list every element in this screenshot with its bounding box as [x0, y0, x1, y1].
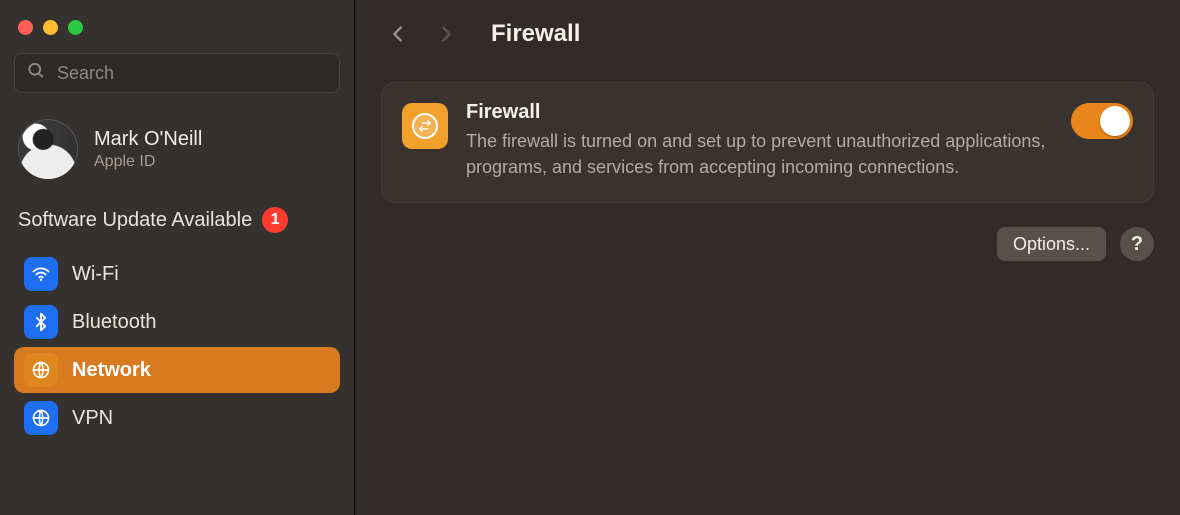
bluetooth-icon [24, 305, 58, 339]
options-button[interactable]: Options... [997, 227, 1106, 261]
minimize-window-button[interactable] [43, 20, 58, 35]
account-row[interactable]: Mark O'Neill Apple ID [14, 115, 340, 201]
back-button[interactable] [385, 21, 411, 47]
window-controls [14, 16, 340, 53]
help-button[interactable]: ? [1120, 227, 1154, 261]
firewall-card-title: Firewall [466, 101, 1053, 124]
update-count-badge: 1 [262, 207, 288, 233]
forward-button[interactable] [433, 21, 459, 47]
titlebar: Firewall [381, 20, 1154, 48]
search-field-wrap [14, 53, 340, 93]
sidebar: Mark O'Neill Apple ID Software Update Av… [0, 0, 355, 515]
vpn-icon [24, 401, 58, 435]
search-input[interactable] [14, 53, 340, 93]
globe-icon [24, 353, 58, 387]
firewall-card-description: The firewall is turned on and set up to … [466, 128, 1046, 180]
firewall-toggle[interactable] [1071, 103, 1133, 139]
wifi-icon [24, 257, 58, 291]
toggle-knob [1100, 106, 1130, 136]
software-update-label: Software Update Available [18, 209, 252, 232]
sidebar-item-label: Bluetooth [72, 311, 157, 334]
sidebar-item-vpn[interactable]: VPN [14, 395, 340, 441]
search-icon [26, 61, 46, 86]
software-update-row[interactable]: Software Update Available 1 [14, 201, 340, 251]
avatar [18, 119, 78, 179]
firewall-card: Firewall The firewall is turned on and s… [381, 82, 1154, 203]
sidebar-item-wifi[interactable]: Wi-Fi [14, 251, 340, 297]
firewall-icon [402, 103, 448, 149]
sidebar-item-label: Wi-Fi [72, 263, 119, 286]
account-text: Mark O'Neill Apple ID [94, 128, 202, 171]
sidebar-item-bluetooth[interactable]: Bluetooth [14, 299, 340, 345]
main-pane: Firewall Firewall The firewall is turned… [355, 0, 1180, 515]
maximize-window-button[interactable] [68, 20, 83, 35]
page-title: Firewall [491, 20, 580, 48]
close-window-button[interactable] [18, 20, 33, 35]
actions-row: Options... ? [381, 227, 1154, 261]
sidebar-item-label: VPN [72, 407, 113, 430]
sidebar-item-network[interactable]: Network [14, 347, 340, 393]
firewall-card-body: Firewall The firewall is turned on and s… [466, 101, 1053, 180]
sidebar-nav: Wi-Fi Bluetooth Network [14, 251, 340, 441]
sidebar-item-label: Network [72, 359, 151, 382]
account-subtitle: Apple ID [94, 153, 202, 171]
account-name: Mark O'Neill [94, 128, 202, 151]
